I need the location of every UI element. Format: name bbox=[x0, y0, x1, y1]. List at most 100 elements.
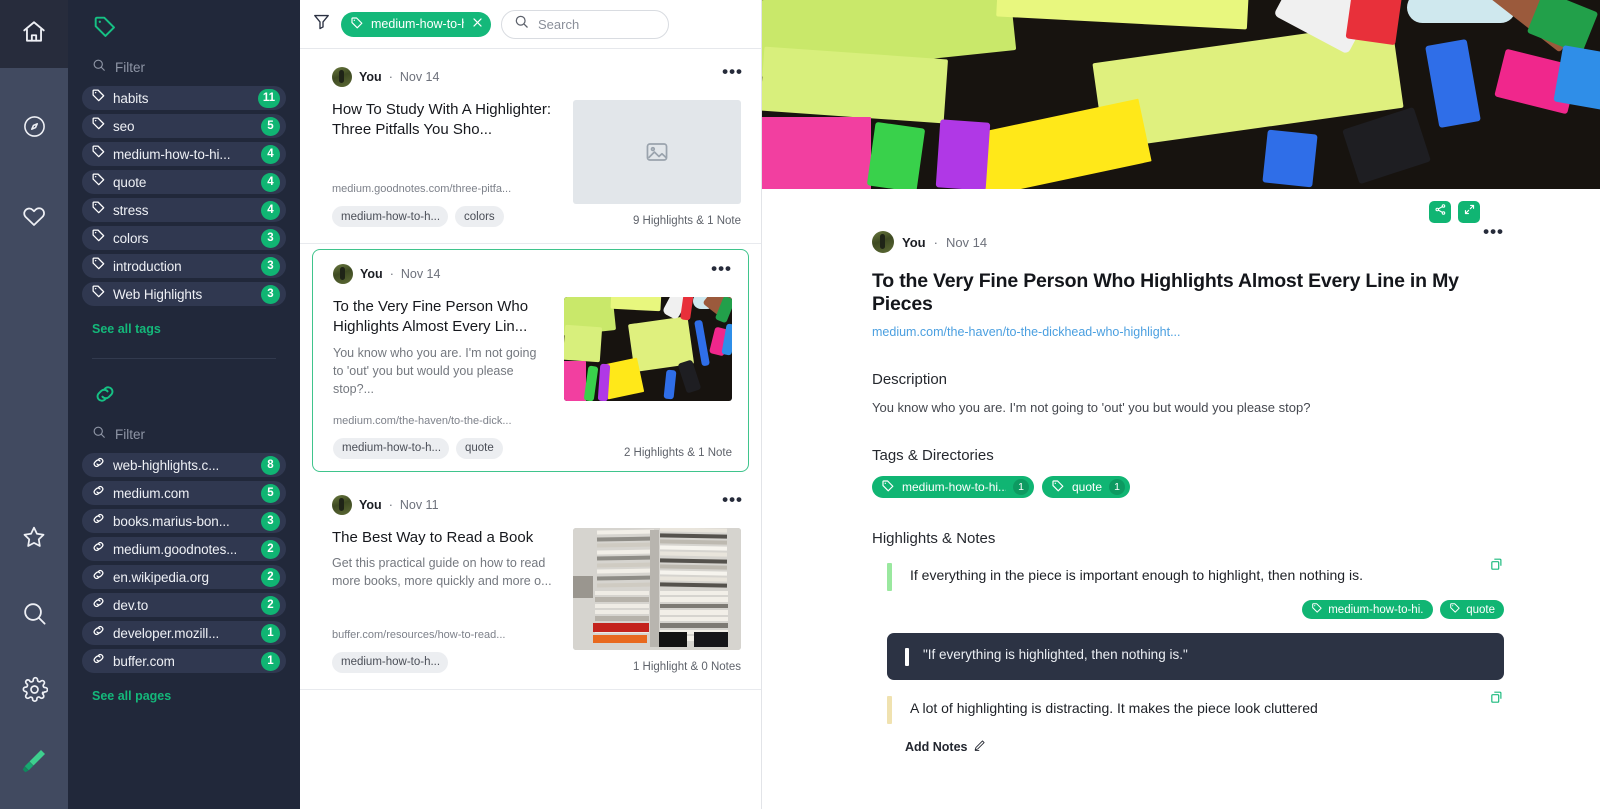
link-icon bbox=[91, 567, 106, 587]
sidebar-tag-item-count: 3 bbox=[261, 256, 280, 276]
card-author: You bbox=[360, 267, 383, 281]
avatar bbox=[332, 67, 352, 87]
highlight-tag-chip[interactable]: quote bbox=[1440, 600, 1504, 619]
pages-list: web-highlights.c... 8 medium.com 5 books.mar… bbox=[82, 453, 286, 673]
copy-icon[interactable] bbox=[1489, 557, 1504, 577]
card-author: You bbox=[359, 70, 382, 84]
tag-icon bbox=[91, 172, 106, 192]
link-icon bbox=[91, 483, 106, 503]
card-more-options[interactable]: ••• bbox=[722, 63, 743, 80]
close-icon[interactable] bbox=[471, 16, 484, 32]
sidebar-tag-item-label: stress bbox=[113, 202, 149, 218]
tags-filter-input[interactable]: Filter bbox=[82, 51, 286, 86]
detail-author-row: You · Nov 14 bbox=[872, 231, 1504, 253]
sidebar-page-item-count: 2 bbox=[261, 595, 280, 615]
highlight-tag-chip[interactable]: medium-how-to-hi... bbox=[1302, 600, 1434, 619]
card-date: Nov 11 bbox=[399, 497, 439, 512]
card-text-col: To the Very Fine Person Who Highlights A… bbox=[333, 297, 548, 459]
note-text: "If everything is highlighted, then noth… bbox=[923, 647, 1188, 662]
copy-icon[interactable] bbox=[1489, 690, 1504, 710]
see-all-tags-link[interactable]: See all tags bbox=[82, 306, 286, 336]
add-notes-button[interactable]: Add Notes bbox=[905, 739, 1504, 755]
card-tag-pill[interactable]: quote bbox=[456, 437, 503, 459]
link-icon bbox=[92, 386, 118, 411]
sidebar-tag-item-count: 4 bbox=[261, 200, 280, 220]
card-separator: · bbox=[388, 70, 393, 84]
tag-icon bbox=[91, 200, 106, 220]
card-tags: medium-how-to-h... quote bbox=[333, 437, 548, 459]
rail-item-home[interactable] bbox=[0, 0, 68, 68]
sidebar-tags-section: Filter habits 11 seo 5 medium-how-to-hi... 4 q… bbox=[68, 0, 300, 359]
list-item[interactable]: ••• You · Nov 11 The Best Way to Read a … bbox=[300, 477, 761, 690]
tag-section-icon-wrap bbox=[82, 0, 286, 51]
sidebar-tag-item-6[interactable]: introduction 3 bbox=[82, 254, 286, 278]
card-tag-pill[interactable]: medium-how-to-h... bbox=[333, 437, 449, 459]
highlight-row[interactable]: If everything in the piece is important … bbox=[872, 563, 1504, 591]
card-tag-pill[interactable]: medium-how-to-h... bbox=[332, 651, 448, 673]
card-tag-pill[interactable]: colors bbox=[455, 206, 504, 227]
compass-icon bbox=[22, 114, 47, 139]
sidebar-tag-item-5[interactable]: colors 3 bbox=[82, 226, 286, 250]
card-highlight-count: 9 Highlights & 1 Note bbox=[632, 215, 741, 227]
heart-icon bbox=[21, 203, 47, 229]
card-thumbnail bbox=[573, 527, 741, 650]
pages-filter-placeholder: Filter bbox=[115, 427, 145, 442]
detail-more-options[interactable]: ••• bbox=[1483, 223, 1504, 240]
sidebar-page-item-label: medium.goodnotes... bbox=[113, 541, 238, 557]
star-icon bbox=[21, 524, 47, 550]
page-section-icon-wrap bbox=[82, 359, 286, 418]
rail-item-highlighter[interactable] bbox=[0, 727, 68, 795]
sidebar-page-item-7[interactable]: buffer.com 1 bbox=[82, 649, 286, 673]
sidebar-tag-item-7[interactable]: Web Highlights 3 bbox=[82, 282, 286, 306]
expand-button[interactable] bbox=[1458, 201, 1480, 223]
sidebar-tag-item-1[interactable]: seo 5 bbox=[82, 114, 286, 138]
sidebar-tag-item-0[interactable]: habits 11 bbox=[82, 86, 286, 110]
highlight-block: If everything in the piece is important … bbox=[872, 558, 1504, 680]
sidebar-page-item-0[interactable]: web-highlights.c... 8 bbox=[82, 453, 286, 477]
highlight-row[interactable]: A lot of highlighting is distracting. It… bbox=[872, 696, 1504, 724]
detail-tag-chip[interactable]: quote 1 bbox=[1042, 476, 1131, 498]
source-url-link[interactable]: medium.com/the-haven/to-the-dickhead-who… bbox=[872, 325, 1504, 339]
tag-icon bbox=[1311, 602, 1323, 617]
list-item[interactable]: ••• You · Nov 14 How To Study With A Hig… bbox=[300, 49, 761, 244]
rail-item-discover[interactable] bbox=[0, 92, 68, 160]
search-icon bbox=[21, 600, 48, 627]
active-filter-chip[interactable]: medium-how-to-hi... bbox=[341, 11, 491, 37]
rail-item-starred[interactable] bbox=[0, 503, 68, 571]
sidebar-page-item-3[interactable]: medium.goodnotes... 2 bbox=[82, 537, 286, 561]
card-tag-pill[interactable]: medium-how-to-h... bbox=[332, 206, 448, 227]
search-icon bbox=[92, 58, 106, 77]
card-list: ••• You · Nov 14 How To Study With A Hig… bbox=[300, 49, 761, 809]
sidebar-page-item-1[interactable]: medium.com 5 bbox=[82, 481, 286, 505]
card-author-row: You · Nov 14 bbox=[333, 264, 732, 284]
sidebar-tag-item-3[interactable]: quote 4 bbox=[82, 170, 286, 194]
search-input[interactable]: Search bbox=[501, 9, 669, 39]
sidebar-page-item-2[interactable]: books.marius-bon... 3 bbox=[82, 509, 286, 533]
card-thumb-col: 1 Highlight & 0 Notes bbox=[573, 527, 741, 673]
sidebar-tag-item-label: introduction bbox=[113, 258, 182, 274]
see-all-pages-link[interactable]: See all pages bbox=[82, 673, 286, 703]
list-item[interactable]: ••• You · Nov 14 To the Very Fine Person… bbox=[312, 249, 749, 472]
card-description: You know who you are. I'm not going to '… bbox=[333, 345, 537, 396]
rail-item-search[interactable] bbox=[0, 579, 68, 647]
rail-item-favorites[interactable] bbox=[0, 182, 68, 250]
sidebar-page-item-label: dev.to bbox=[113, 597, 149, 613]
funnel-icon[interactable] bbox=[312, 12, 331, 36]
pages-filter-input[interactable]: Filter bbox=[82, 418, 286, 453]
sidebar-page-item-5[interactable]: dev.to 2 bbox=[82, 593, 286, 617]
card-more-options[interactable]: ••• bbox=[711, 260, 732, 277]
card-more-options[interactable]: ••• bbox=[722, 491, 743, 508]
share-icon bbox=[1434, 203, 1447, 221]
card-description: Get this practical guide on how to read … bbox=[332, 556, 552, 589]
sidebar-page-item-6[interactable]: developer.mozill... 1 bbox=[82, 621, 286, 645]
rail-item-settings[interactable] bbox=[0, 655, 68, 723]
tags-list: habits 11 seo 5 medium-how-to-hi... 4 quote 4 st… bbox=[82, 86, 286, 306]
detail-tag-chip[interactable]: medium-how-to-hi... 1 bbox=[872, 476, 1034, 498]
tag-icon bbox=[1449, 602, 1461, 617]
detail-tag-list: medium-how-to-hi... 1 quote 1 bbox=[872, 476, 1504, 498]
card-body: How To Study With A Highlighter: Three P… bbox=[332, 100, 741, 227]
sidebar-page-item-4[interactable]: en.wikipedia.org 2 bbox=[82, 565, 286, 589]
sidebar-tag-item-2[interactable]: medium-how-to-hi... 4 bbox=[82, 142, 286, 166]
share-button[interactable] bbox=[1429, 201, 1451, 223]
sidebar-tag-item-4[interactable]: stress 4 bbox=[82, 198, 286, 222]
